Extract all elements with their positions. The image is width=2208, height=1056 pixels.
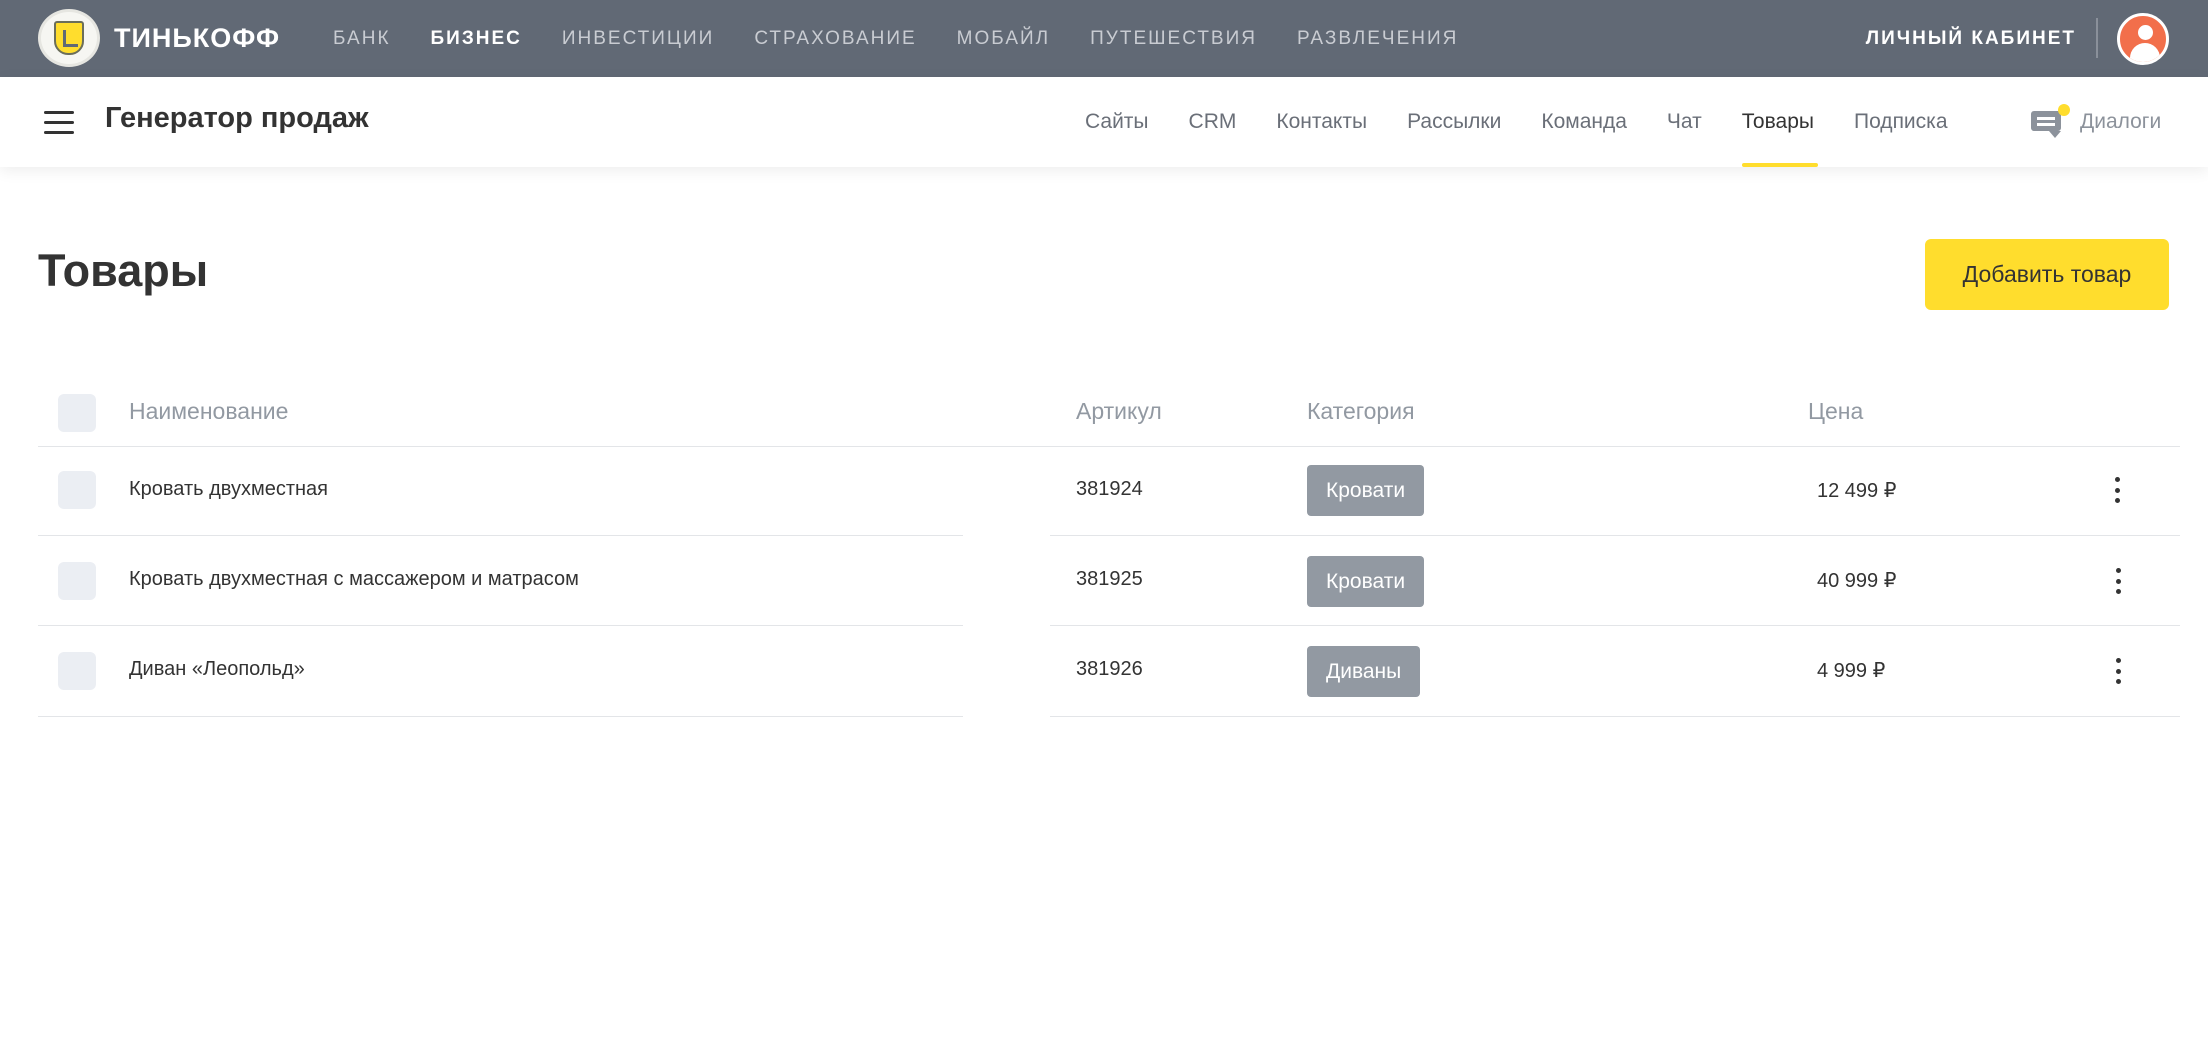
dialogs-button[interactable]: Диалоги bbox=[2031, 104, 2162, 138]
row-more-menu-icon[interactable] bbox=[2106, 653, 2130, 689]
row-more-menu-icon[interactable] bbox=[2106, 563, 2130, 599]
top-nav-entertainment[interactable]: РАЗВЛЕЧЕНИЯ bbox=[1297, 28, 1458, 50]
top-nav-insurance[interactable]: СТРАХОВАНИЕ bbox=[754, 28, 916, 50]
notification-dot bbox=[2058, 104, 2070, 116]
tab-subscription[interactable]: Подписка bbox=[1854, 77, 1948, 167]
tab-products[interactable]: Товары bbox=[1741, 77, 1819, 167]
product-sku: 381925 bbox=[1076, 568, 1143, 590]
top-nav-business[interactable]: БИЗНЕС bbox=[431, 28, 522, 50]
tab-contacts[interactable]: Контакты bbox=[1276, 77, 1367, 167]
topbar-divider bbox=[2096, 18, 2098, 58]
category-badge: Диваны bbox=[1307, 646, 1421, 697]
row-divider bbox=[1050, 625, 2180, 626]
add-product-button[interactable]: Добавить товар bbox=[1925, 239, 2169, 310]
row-more-menu-icon[interactable] bbox=[2105, 472, 2129, 508]
product-sku: 381924 bbox=[1076, 478, 1143, 500]
category-badge: Кровати bbox=[1307, 556, 1425, 607]
product-price: 12 499 ₽ bbox=[1817, 480, 1897, 502]
row-divider bbox=[1050, 535, 2180, 536]
column-header-category[interactable]: Категория bbox=[1307, 398, 1415, 425]
product-name[interactable]: Кровать двухместная с массажером и матра… bbox=[129, 568, 579, 591]
brand-name: ТИНЬКОФФ bbox=[114, 22, 281, 53]
user-avatar-icon[interactable] bbox=[2117, 13, 2169, 65]
row-divider bbox=[38, 625, 963, 626]
tab-mailings[interactable]: Рассылки bbox=[1407, 77, 1501, 167]
hamburger-menu-icon[interactable] bbox=[44, 111, 74, 135]
top-nav-bank[interactable]: БАНК bbox=[333, 28, 391, 50]
tab-chat[interactable]: Чат bbox=[1667, 77, 1702, 167]
app-nav: Сайты CRM Контакты Рассылки Команда Чат … bbox=[1085, 77, 1988, 167]
app-header: Генератор продаж Сайты CRM Контакты Расс… bbox=[0, 77, 2208, 167]
tinkoff-emblem-icon bbox=[38, 9, 100, 67]
tab-team[interactable]: Команда bbox=[1541, 77, 1627, 167]
top-nav-travel[interactable]: ПУТЕШЕСТВИЯ bbox=[1090, 28, 1257, 50]
tinkoff-logo[interactable]: ТИНЬКОФФ bbox=[38, 9, 280, 67]
top-nav-mobile[interactable]: МОБАЙЛ bbox=[957, 28, 1050, 50]
product-name[interactable]: Кровать двухместная bbox=[129, 478, 328, 501]
app-title: Генератор продаж bbox=[105, 102, 369, 134]
table-header-divider bbox=[38, 446, 2180, 447]
row-divider bbox=[38, 716, 963, 717]
category-badge: Кровати bbox=[1307, 465, 1425, 516]
product-price: 40 999 ₽ bbox=[1817, 570, 1897, 592]
product-name[interactable]: Диван «Леопольд» bbox=[129, 658, 305, 681]
chat-bubble-icon bbox=[2031, 104, 2070, 138]
personal-cabinet-link[interactable]: ЛИЧНЫЙ КАБИНЕТ bbox=[1866, 0, 2076, 77]
dialogs-label: Диалоги bbox=[2080, 110, 2162, 133]
product-price: 4 999 ₽ bbox=[1817, 660, 1886, 682]
top-nav: БАНК БИЗНЕС ИНВЕСТИЦИИ СТРАХОВАНИЕ МОБАЙ… bbox=[333, 0, 1498, 77]
row-checkbox[interactable] bbox=[58, 471, 96, 509]
tab-sites[interactable]: Сайты bbox=[1085, 77, 1149, 167]
row-checkbox[interactable] bbox=[58, 562, 96, 600]
row-divider bbox=[38, 535, 963, 536]
column-header-name[interactable]: Наименование bbox=[129, 398, 288, 425]
product-sku: 381926 bbox=[1076, 658, 1143, 680]
row-checkbox[interactable] bbox=[58, 652, 96, 690]
select-all-checkbox[interactable] bbox=[58, 394, 96, 432]
tab-crm[interactable]: CRM bbox=[1189, 77, 1237, 167]
column-header-sku[interactable]: Артикул bbox=[1076, 398, 1162, 425]
page-title: Товары bbox=[38, 245, 209, 296]
top-bar: ТИНЬКОФФ БАНК БИЗНЕС ИНВЕСТИЦИИ СТРАХОВА… bbox=[0, 0, 2208, 77]
column-header-price[interactable]: Цена bbox=[1808, 398, 1863, 425]
row-divider bbox=[1050, 716, 2180, 717]
top-nav-investments[interactable]: ИНВЕСТИЦИИ bbox=[562, 28, 714, 50]
